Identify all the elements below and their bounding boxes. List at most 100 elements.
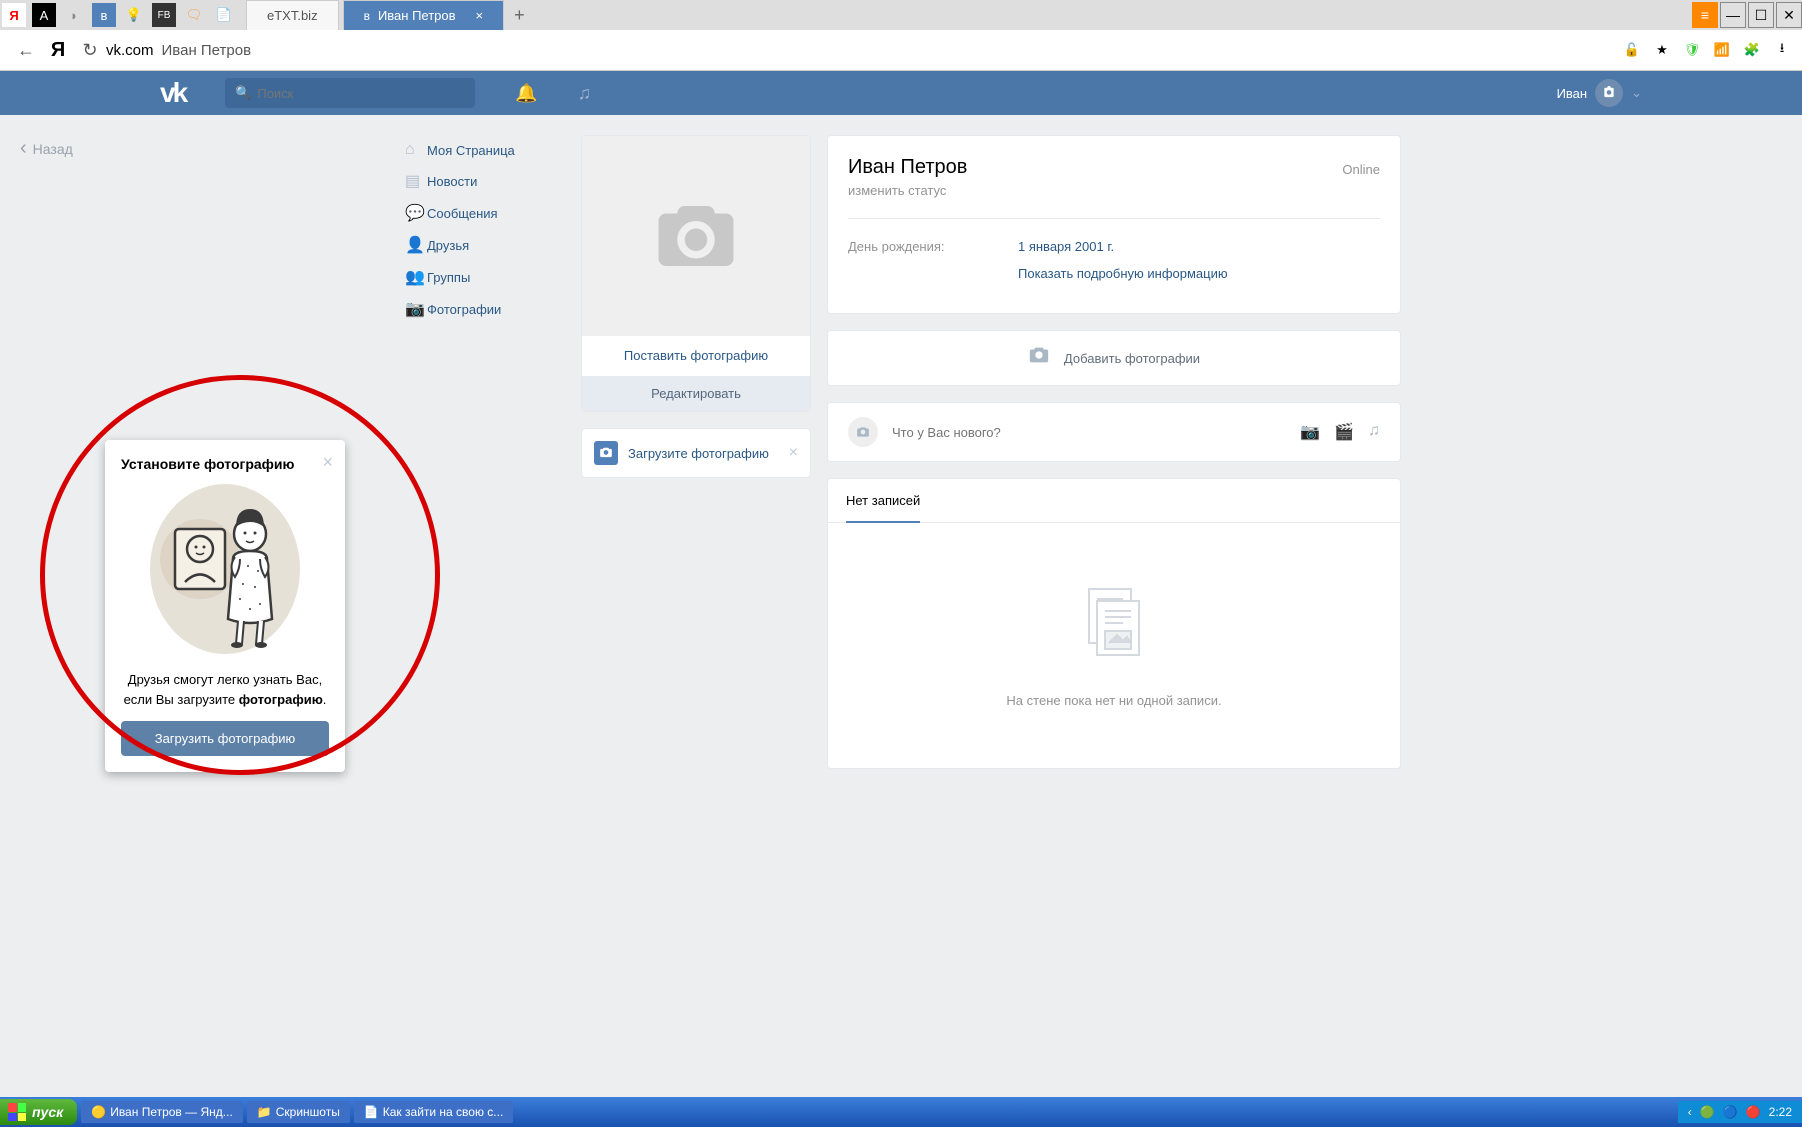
whats-new-block: 📷 🎬 ♫	[827, 402, 1401, 462]
star-icon[interactable]: ★	[1652, 40, 1672, 60]
vk-favicon: в	[364, 9, 370, 23]
search-input[interactable]	[257, 86, 433, 101]
photos-icon: 📷	[405, 299, 427, 319]
no-posts-tab[interactable]: Нет записей	[846, 493, 920, 523]
vk-logo[interactable]: vk	[160, 77, 185, 109]
address-bar: ← Я ↻ vk.com Иван Петров 🔓 ★ 🛡 📶 🧩 ⭳	[0, 30, 1802, 70]
popup-title: Установите фотографию	[121, 456, 329, 472]
taskbar: пуск 🟡Иван Петров — Янд... 📁Скриншоты 📄К…	[0, 1097, 1802, 1127]
vk-header: vk 🔍 🔔 ♫ Иван ⌄	[0, 71, 1802, 115]
pinned-tab-a[interactable]: А	[32, 3, 56, 27]
yandex-icon[interactable]: Я	[42, 36, 74, 64]
minimize-button[interactable]: —	[1720, 2, 1746, 28]
birthday-value[interactable]: 1 января 2001 г.	[1018, 239, 1114, 254]
notifications-icon[interactable]: 🔔	[515, 83, 537, 104]
user-avatar	[1595, 79, 1623, 107]
taskbar-item-1[interactable]: 🟡Иван Петров — Янд...	[81, 1101, 243, 1123]
friends-icon: 👤	[405, 235, 427, 255]
camera-icon	[594, 441, 618, 465]
add-photos-block[interactable]: Добавить фотографии	[827, 330, 1401, 386]
birthday-label: День рождения:	[848, 239, 1018, 254]
edit-button[interactable]: Редактировать	[582, 376, 810, 411]
whats-new-input[interactable]	[892, 425, 1300, 440]
tray-icon[interactable]: ‹	[1688, 1105, 1692, 1119]
download-icon[interactable]: ⭳	[1772, 40, 1792, 60]
start-button[interactable]: пуск	[0, 1099, 77, 1125]
tray-icon[interactable]: 🔵	[1723, 1105, 1738, 1119]
set-photo-link[interactable]: Поставить фотографию	[582, 336, 810, 375]
messages-icon: 💬	[405, 203, 427, 223]
sidebar-item-groups[interactable]: 👥Группы	[401, 261, 565, 293]
attach-video-icon[interactable]: 🎬	[1334, 422, 1354, 442]
tray-icon[interactable]: 🔴	[1746, 1105, 1761, 1119]
main-column: Online Иван Петров изменить статус День …	[827, 135, 1401, 769]
tab-bar: Я А ◗ в 💡 FB 🗨 📄 eTXT.biz в Иван Петров …	[0, 0, 1802, 30]
close-window-button[interactable]: ✕	[1776, 2, 1802, 28]
wall-empty-state: На стене пока нет ни одной записи.	[828, 523, 1400, 768]
home-icon: ⌂	[405, 141, 427, 159]
sidebar: ⌂Моя Страница ▤Новости 💬Сообщения 👤Друзь…	[401, 135, 565, 769]
music-icon[interactable]: ♫	[578, 83, 592, 104]
adguard-icon[interactable]: 🛡	[1682, 40, 1702, 60]
popup-illustration	[150, 484, 300, 654]
popup-text: Друзья смогут легко узнать Вас, если Вы …	[121, 670, 329, 709]
close-tab-icon[interactable]: ×	[476, 8, 484, 23]
ext-icon-1[interactable]: 📶	[1712, 40, 1732, 60]
lock-icon[interactable]: 🔓	[1622, 40, 1642, 60]
popup-close-button[interactable]: ×	[322, 452, 333, 473]
new-tab-button[interactable]: +	[504, 5, 535, 26]
sidebar-item-my-page[interactable]: ⌂Моя Страница	[401, 135, 565, 165]
system-tray[interactable]: ‹ 🟢 🔵 🔴 2:22	[1678, 1101, 1802, 1123]
tableau-icon[interactable]: Я	[2, 3, 26, 27]
sidebar-item-friends[interactable]: 👤Друзья	[401, 229, 565, 261]
user-menu[interactable]: Иван ⌄	[1557, 79, 1642, 107]
profile-info-block: Online Иван Петров изменить статус День …	[827, 135, 1401, 314]
pinned-tab-bulb[interactable]: 💡	[122, 3, 146, 27]
back-button[interactable]: ←	[10, 36, 42, 64]
groups-icon: 👥	[405, 267, 427, 287]
photo-placeholder	[582, 136, 810, 336]
ext-icon-2[interactable]: 🧩	[1742, 40, 1762, 60]
wall-block: Нет записей На стене пока нет ни одной з…	[827, 478, 1401, 769]
maximize-button[interactable]: ☐	[1748, 2, 1774, 28]
sidebar-item-photos[interactable]: 📷Фотографии	[401, 293, 565, 325]
search-icon: 🔍	[235, 85, 251, 101]
upload-photo-link[interactable]: Загрузите фотографию	[628, 446, 769, 461]
attach-music-icon[interactable]: ♫	[1368, 422, 1380, 442]
reload-button[interactable]: ↻	[74, 36, 106, 64]
pinned-tab-fb[interactable]: FB	[152, 3, 176, 27]
windows-logo-icon	[8, 1103, 26, 1121]
upload-photo-button[interactable]: Загрузить фотографию	[121, 721, 329, 756]
pinned-tab-chat[interactable]: 🗨	[182, 3, 206, 27]
pinned-tab-doc[interactable]: 📄	[212, 3, 236, 27]
set-photo-popup: × Установите фотографию	[105, 440, 345, 772]
tray-icon[interactable]: 🟢	[1700, 1105, 1715, 1119]
taskbar-item-3[interactable]: 📄Как зайти на свою с...	[354, 1101, 514, 1123]
menu-button[interactable]: ≡	[1692, 2, 1718, 28]
back-link[interactable]: Назад	[20, 137, 73, 160]
online-status: Online	[1342, 162, 1380, 177]
empty-wall-icon	[1079, 583, 1149, 663]
taskbar-item-2[interactable]: 📁Скриншоты	[247, 1101, 350, 1123]
attach-photo-icon[interactable]: 📷	[1300, 422, 1320, 442]
show-more-link[interactable]: Показать подробную информацию	[1018, 266, 1228, 281]
sidebar-item-messages[interactable]: 💬Сообщения	[401, 197, 565, 229]
clock[interactable]: 2:22	[1769, 1105, 1792, 1119]
pinned-tab-vk[interactable]: в	[92, 3, 116, 27]
browser-chrome: Я А ◗ в 💡 FB 🗨 📄 eTXT.biz в Иван Петров …	[0, 0, 1802, 71]
close-icon[interactable]: ×	[789, 444, 798, 462]
news-icon: ▤	[405, 171, 427, 191]
browser-tab-etxt[interactable]: eTXT.biz	[246, 0, 339, 30]
url-box[interactable]: vk.com Иван Петров	[106, 42, 1622, 59]
sidebar-item-news[interactable]: ▤Новости	[401, 165, 565, 197]
profile-column: Поставить фотографию Редактировать Загру…	[581, 135, 811, 769]
browser-tab-active[interactable]: в Иван Петров ×	[343, 0, 505, 30]
upload-photo-block: Загрузите фотографию ×	[581, 428, 811, 478]
wall-empty-text: На стене пока нет ни одной записи.	[828, 693, 1400, 708]
profile-photo-block: Поставить фотографию Редактировать	[581, 135, 811, 412]
pinned-tab-user[interactable]: ◗	[62, 3, 86, 27]
wall-tab: Нет записей	[828, 479, 1400, 523]
change-status-link[interactable]: изменить статус	[848, 183, 1380, 198]
search-box[interactable]: 🔍	[225, 78, 475, 108]
chevron-down-icon: ⌄	[1631, 85, 1642, 101]
